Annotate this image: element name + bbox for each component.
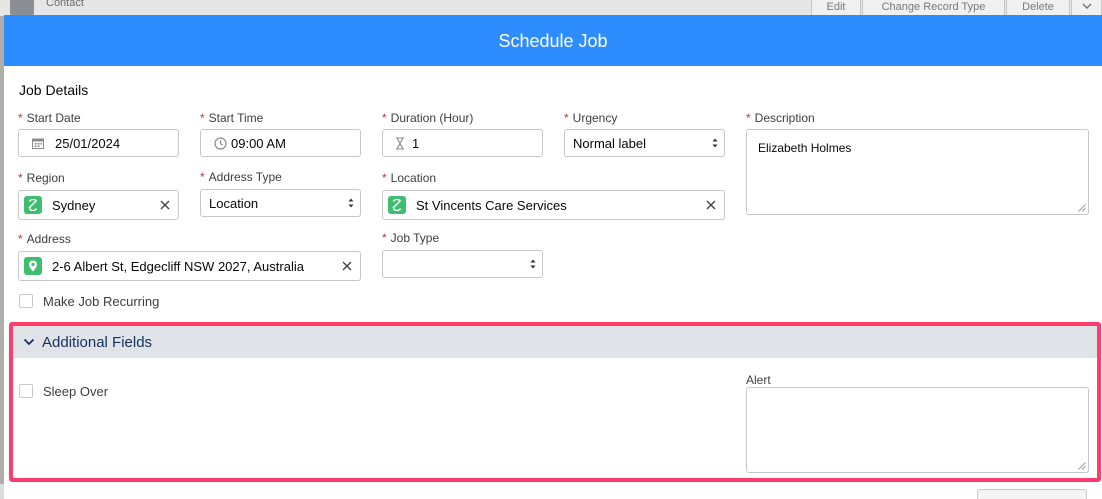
- resize-handle-icon[interactable]: [1078, 204, 1086, 212]
- more-actions-button[interactable]: [1071, 0, 1102, 16]
- section-title-job-details: Job Details: [19, 82, 89, 98]
- contact-icon: [10, 0, 34, 16]
- address-label: * Address: [18, 232, 71, 246]
- clock-icon: [214, 136, 227, 150]
- region-value: Sydney: [52, 197, 96, 213]
- address-type-value: Location: [209, 195, 259, 211]
- start-time-label: * Start Time: [200, 111, 264, 125]
- address-type-select[interactable]: Location: [200, 189, 361, 217]
- start-date-label: * Start Date: [18, 111, 81, 125]
- hourglass-icon: [395, 136, 405, 150]
- edit-button[interactable]: Edit: [811, 0, 861, 16]
- duration-label: * Duration (Hour): [382, 111, 474, 125]
- description-value: Elizabeth Holmes: [758, 141, 852, 155]
- resize-handle-icon[interactable]: [1078, 462, 1086, 470]
- select-arrows-icon: [712, 138, 718, 148]
- location-value: St Vincents Care Services: [416, 197, 567, 213]
- close-icon[interactable]: [340, 259, 354, 273]
- additional-fields-title: Additional Fields: [42, 334, 153, 351]
- additional-fields-section: Additional Fields Sleep Over Alert: [9, 322, 1101, 482]
- description-textarea[interactable]: Elizabeth Holmes: [746, 129, 1089, 215]
- calendar-icon: [32, 137, 44, 149]
- modal-title: Schedule Job: [4, 15, 1102, 66]
- make-job-recurring-label: Make Job Recurring: [43, 294, 160, 309]
- urgency-label: * Urgency: [564, 111, 618, 125]
- map-pin-icon: [24, 257, 42, 275]
- record-icon: [24, 196, 42, 214]
- urgency-value: Normal label: [573, 135, 646, 151]
- footer-button[interactable]: [977, 489, 1087, 499]
- start-date-field[interactable]: 25/01/2024: [18, 129, 179, 157]
- job-type-select[interactable]: [382, 250, 543, 278]
- address-lookup[interactable]: 2-6 Albert St, Edgecliff NSW 2027, Austr…: [18, 251, 361, 281]
- additional-fields-header[interactable]: Additional Fields: [13, 326, 1097, 358]
- record-object-label: Contact: [46, 0, 84, 9]
- chevron-down-icon: [23, 338, 35, 346]
- start-date-value: 25/01/2024: [55, 135, 121, 151]
- sleep-over-label: Sleep Over: [43, 384, 109, 399]
- duration-field[interactable]: 1: [382, 129, 543, 157]
- make-job-recurring-checkbox[interactable]: [19, 294, 33, 308]
- job-type-label: * Job Type: [382, 231, 440, 245]
- chevron-down-icon: [1081, 3, 1092, 10]
- location-label: * Location: [382, 171, 437, 185]
- start-time-field[interactable]: 09:00 AM: [200, 129, 361, 157]
- close-icon[interactable]: [704, 198, 718, 212]
- region-lookup[interactable]: Sydney: [18, 190, 179, 220]
- schedule-job-modal: Schedule Job Job Details * Start Date * St…: [4, 15, 1102, 499]
- description-label: * Description: [746, 111, 815, 125]
- change-record-type-button[interactable]: Change Record Type: [862, 0, 1005, 16]
- close-icon[interactable]: [158, 198, 172, 212]
- select-arrows-icon: [348, 198, 354, 208]
- record-icon: [388, 196, 406, 214]
- location-lookup[interactable]: St Vincents Care Services: [382, 190, 725, 220]
- duration-value: 1: [412, 135, 420, 151]
- urgency-select[interactable]: Normal label: [564, 129, 725, 157]
- start-time-value: 09:00 AM: [231, 135, 286, 151]
- region-label: * Region: [18, 171, 65, 185]
- alert-label: Alert: [746, 373, 771, 387]
- alert-textarea[interactable]: [746, 387, 1089, 473]
- address-type-label: * Address Type: [200, 170, 282, 184]
- delete-button[interactable]: Delete: [1006, 0, 1070, 16]
- sleep-over-checkbox[interactable]: [19, 384, 33, 398]
- select-arrows-icon: [530, 259, 536, 269]
- address-value: 2-6 Albert St, Edgecliff NSW 2027, Austr…: [52, 258, 304, 274]
